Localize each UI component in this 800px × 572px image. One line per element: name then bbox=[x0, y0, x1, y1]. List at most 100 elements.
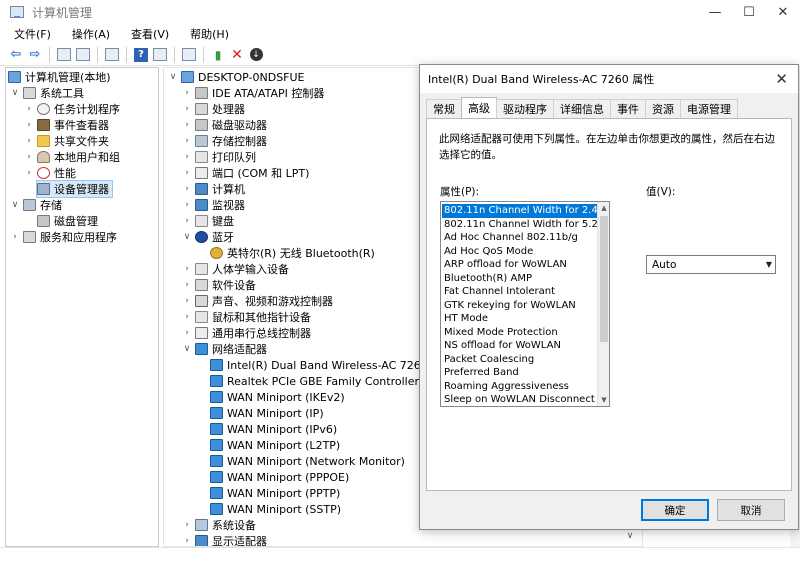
property-item[interactable]: Fat Channel Intolerant bbox=[442, 285, 598, 299]
device-category[interactable]: › 端口 (COM 和 LPT) bbox=[182, 165, 309, 181]
navigation-tree[interactable]: 计算机管理(本地) ∨ 系统工具 › 任务计划程序 › 事件查看器 › 共享文件… bbox=[5, 67, 159, 547]
device-category[interactable]: › IDE ATA/ATAPI 控制器 bbox=[182, 85, 324, 101]
collapse-icon[interactable]: ∨ bbox=[182, 232, 192, 242]
expand-icon[interactable]: › bbox=[182, 200, 192, 210]
tab-power-management[interactable]: 电源管理 bbox=[680, 99, 738, 118]
properties-icon[interactable] bbox=[105, 48, 119, 61]
tree-item-root[interactable]: 计算机管理(本地) bbox=[8, 69, 111, 85]
scroll-up-icon[interactable]: ▲ bbox=[598, 202, 609, 214]
property-item[interactable]: NS offload for WoWLAN bbox=[442, 339, 598, 353]
expand-icon[interactable]: › bbox=[24, 104, 34, 114]
device-category[interactable]: › 软件设备 bbox=[182, 277, 256, 293]
tab-driver[interactable]: 驱动程序 bbox=[496, 99, 554, 118]
property-item[interactable]: Ad Hoc Channel 802.11b/g bbox=[442, 231, 598, 245]
expand-icon[interactable]: › bbox=[182, 136, 192, 146]
device-category[interactable]: › 计算机 bbox=[182, 181, 245, 197]
scan-hardware-icon[interactable] bbox=[182, 48, 196, 61]
menu-help[interactable]: 帮助(H) bbox=[176, 26, 236, 42]
menu-action[interactable]: 操作(A) bbox=[58, 26, 117, 42]
device-category[interactable]: › 存储控制器 bbox=[182, 133, 267, 149]
device-category[interactable]: › 打印队列 bbox=[182, 149, 256, 165]
expand-icon[interactable]: › bbox=[24, 168, 34, 178]
show-tree-icon[interactable] bbox=[76, 48, 90, 61]
device-item[interactable]: WAN Miniport (PPPOE) bbox=[210, 469, 349, 485]
tab-general[interactable]: 常规 bbox=[426, 99, 462, 118]
expand-icon[interactable]: › bbox=[24, 136, 34, 146]
expand-icon[interactable]: › bbox=[182, 168, 192, 178]
tree-item-task-scheduler[interactable]: › 任务计划程序 bbox=[24, 101, 120, 117]
close-button[interactable]: ✕ bbox=[766, 0, 800, 24]
property-item[interactable]: GTK rekeying for WoWLAN bbox=[442, 299, 598, 313]
expand-icon[interactable]: › bbox=[182, 264, 192, 274]
expand-icon[interactable]: › bbox=[182, 120, 192, 130]
device-item[interactable]: WAN Miniport (Network Monitor) bbox=[210, 453, 405, 469]
property-item[interactable]: Roaming Aggressiveness bbox=[442, 380, 598, 394]
device-item[interactable]: WAN Miniport (IPv6) bbox=[210, 421, 337, 437]
device-category[interactable]: › 声音、视频和游戏控制器 bbox=[182, 293, 333, 309]
expand-icon[interactable]: › bbox=[182, 152, 192, 162]
tree-item-device-manager[interactable]: 设备管理器 bbox=[36, 180, 113, 198]
device-category[interactable]: › 处理器 bbox=[182, 101, 245, 117]
device-category[interactable]: › 键盘 bbox=[182, 213, 234, 229]
device-category[interactable]: › 磁盘驱动器 bbox=[182, 117, 267, 133]
minimize-button[interactable]: — bbox=[698, 0, 732, 24]
device-category[interactable]: › 通用串行总线控制器 bbox=[182, 325, 311, 341]
device-item[interactable]: WAN Miniport (SSTP) bbox=[210, 501, 341, 517]
value-dropdown[interactable]: Auto ▼ bbox=[646, 255, 776, 274]
help-icon[interactable]: ? bbox=[134, 47, 148, 62]
scrollbar-thumb[interactable] bbox=[600, 216, 608, 342]
menu-file[interactable]: 文件(F) bbox=[0, 26, 58, 42]
forward-icon[interactable]: ⇨ bbox=[27, 47, 43, 63]
expand-icon[interactable]: › bbox=[182, 328, 192, 338]
device-item[interactable]: WAN Miniport (L2TP) bbox=[210, 437, 340, 453]
dialog-close-button[interactable]: ✕ bbox=[775, 70, 788, 88]
cancel-button[interactable]: 取消 bbox=[717, 499, 785, 521]
expand-icon[interactable]: › bbox=[182, 88, 192, 98]
back-icon[interactable]: ⇦ bbox=[8, 47, 24, 63]
expand-icon[interactable]: › bbox=[182, 216, 192, 226]
property-item[interactable]: HT Mode bbox=[442, 312, 598, 326]
property-item[interactable]: 802.11n Channel Width for 5.2GHz bbox=[442, 218, 598, 232]
device-category-network[interactable]: ∨ 网络适配器 bbox=[182, 341, 267, 357]
ok-button[interactable]: 确定 bbox=[641, 499, 709, 521]
tree-item-event-viewer[interactable]: › 事件查看器 bbox=[24, 117, 109, 133]
tree-item-shared-folders[interactable]: › 共享文件夹 bbox=[24, 133, 109, 149]
expand-icon[interactable]: › bbox=[182, 280, 192, 290]
device-item[interactable]: 英特尔(R) 无线 Bluetooth(R) bbox=[210, 245, 375, 261]
expand-icon[interactable]: › bbox=[182, 184, 192, 194]
property-item[interactable]: Sleep on WoWLAN Disconnect bbox=[442, 393, 598, 406]
up-folder-icon[interactable] bbox=[57, 48, 71, 61]
expand-icon[interactable]: › bbox=[182, 296, 192, 306]
menu-view[interactable]: 查看(V) bbox=[117, 26, 176, 42]
device-root[interactable]: ∨ DESKTOP-0NDSFUE bbox=[168, 69, 305, 85]
tab-details[interactable]: 详细信息 bbox=[553, 99, 611, 118]
collapse-icon[interactable]: ∨ bbox=[10, 200, 20, 210]
collapse-icon[interactable]: ∨ bbox=[168, 72, 178, 82]
device-item[interactable]: WAN Miniport (IP) bbox=[210, 405, 324, 421]
property-item[interactable]: Preferred Band bbox=[442, 366, 598, 380]
expand-icon[interactable]: › bbox=[182, 104, 192, 114]
tree-item-system-tools[interactable]: ∨ 系统工具 bbox=[10, 85, 84, 101]
property-item[interactable]: Mixed Mode Protection bbox=[442, 326, 598, 340]
collapse-icon[interactable]: ∨ bbox=[182, 344, 192, 354]
device-category[interactable]: › 监视器 bbox=[182, 197, 245, 213]
uninstall-device-icon[interactable]: ✕ bbox=[229, 47, 245, 63]
expand-icon[interactable]: › bbox=[182, 312, 192, 322]
scroll-down-icon[interactable]: ▼ bbox=[598, 394, 609, 406]
device-item[interactable]: WAN Miniport (IKEv2) bbox=[210, 389, 345, 405]
device-item[interactable]: WAN Miniport (PPTP) bbox=[210, 485, 340, 501]
expand-icon[interactable]: › bbox=[10, 232, 20, 242]
tree-item-services[interactable]: › 服务和应用程序 bbox=[10, 229, 117, 245]
property-list[interactable]: 802.11n Channel Width for 2.4GHz 802.11n… bbox=[440, 201, 610, 407]
device-category[interactable]: › 鼠标和其他指针设备 bbox=[182, 309, 311, 325]
tree-item-performance[interactable]: › 性能 bbox=[24, 165, 76, 181]
tree-item-local-users[interactable]: › 本地用户和组 bbox=[24, 149, 120, 165]
device-category[interactable]: › 显示适配器 bbox=[182, 533, 267, 546]
property-list-scrollbar[interactable]: ▲ ▼ bbox=[597, 202, 609, 406]
expand-icon[interactable]: › bbox=[24, 120, 34, 130]
device-item[interactable]: Intel(R) Dual Band Wireless-AC 7260 bbox=[210, 357, 428, 373]
tree-item-storage[interactable]: ∨ 存储 bbox=[10, 197, 62, 213]
property-item[interactable]: ARP offload for WoWLAN bbox=[442, 258, 598, 272]
property-item[interactable]: Packet Coalescing bbox=[442, 353, 598, 367]
collapse-icon[interactable]: ∨ bbox=[10, 88, 20, 98]
